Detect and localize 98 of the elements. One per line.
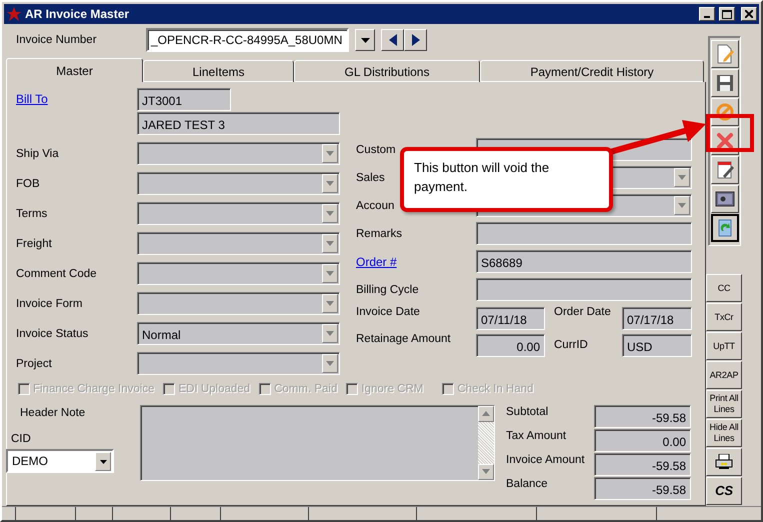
caret-down-icon	[678, 202, 686, 208]
combo-box[interactable]	[137, 232, 340, 255]
close-icon	[745, 10, 753, 18]
side-button[interactable]: UpTT	[706, 332, 742, 360]
field-label: Invoice Status	[16, 328, 90, 340]
toolbar-button[interactable]	[710, 214, 738, 242]
side-button[interactable]: Print All Lines	[706, 390, 742, 418]
field-label: Accoun	[356, 200, 394, 212]
caret-down-icon	[326, 360, 334, 366]
caret-up-icon	[482, 411, 490, 417]
bill-to-code-field[interactable]: JT3001	[137, 88, 231, 110]
tab[interactable]: LineItems	[143, 60, 294, 82]
value-field[interactable]: 0.00	[476, 334, 545, 356]
text-field[interactable]	[476, 278, 692, 301]
field-label: Remarks	[356, 228, 402, 240]
maximize-icon	[722, 10, 732, 18]
caret-down-icon	[326, 150, 334, 156]
field-label: Invoice Form	[16, 298, 84, 310]
invoice-number-field[interactable]: _OPENCR-R-CC-84995A_58U0MN	[146, 28, 349, 52]
tab[interactable]: Master	[6, 58, 143, 82]
caret-down-icon	[482, 469, 490, 475]
combo-box[interactable]	[137, 202, 340, 225]
combo-box[interactable]	[137, 352, 340, 375]
callout-tooltip: This button will void the payment.	[400, 147, 613, 212]
safe-icon	[714, 190, 734, 208]
side-button[interactable]: TxCr	[706, 303, 742, 331]
printer-icon	[715, 454, 733, 470]
caret-down-icon	[326, 240, 334, 246]
field-label: Freight	[16, 238, 53, 250]
right-triangle-icon	[412, 34, 420, 46]
maximize-button[interactable]	[719, 7, 735, 21]
cross-icon	[716, 132, 734, 150]
value-field[interactable]: 07/17/18	[622, 306, 692, 330]
field-label: Billing Cycle	[356, 284, 419, 296]
document-pencil-icon	[716, 44, 734, 64]
bill-to-name-field[interactable]: JARED TEST 3	[137, 112, 340, 135]
field-label: Project	[16, 358, 53, 370]
header-note-field[interactable]	[140, 405, 495, 481]
field-label: Ship Via	[16, 148, 60, 160]
left-triangle-icon	[388, 34, 396, 46]
field-label: CurrID	[553, 339, 589, 351]
field-label: Order Date	[553, 306, 612, 318]
total-field: 0.00	[594, 429, 691, 452]
side-button[interactable]: CS	[706, 477, 742, 505]
header-note-label: Header Note	[19, 407, 86, 419]
combo-box[interactable]	[137, 142, 340, 165]
next-button[interactable]	[404, 29, 427, 51]
cid-label: CID	[11, 433, 32, 445]
field-label: Terms	[16, 208, 48, 220]
star-icon	[7, 7, 21, 21]
total-label: Subtotal	[506, 406, 550, 418]
text-field[interactable]: S68689	[476, 250, 692, 273]
window-title: AR Invoice Master	[25, 7, 130, 21]
field-label: FOB	[16, 178, 41, 190]
bill-to-link[interactable]: Bill To	[16, 92, 48, 106]
caret-down-icon	[326, 330, 334, 336]
prohibited-icon	[716, 103, 734, 121]
invoice-number-label: Invoice Number	[15, 34, 98, 46]
caret-down-icon	[360, 38, 370, 42]
value-field[interactable]: 07/11/18	[476, 306, 545, 330]
calendar-pencil-icon	[716, 160, 734, 180]
field-label: Custom	[356, 144, 396, 156]
close-button[interactable]	[741, 7, 757, 21]
scrollbar[interactable]	[478, 406, 494, 480]
total-field: -59.58	[594, 405, 691, 428]
highlight-frame	[706, 114, 754, 152]
total-label: Tax Amount	[506, 430, 568, 442]
combo-box[interactable]: Normal	[137, 322, 340, 345]
caret-down-icon	[326, 270, 334, 276]
field-label: Sales	[356, 172, 385, 184]
dropdown-button[interactable]	[355, 29, 375, 51]
tab[interactable]: GL Distributions	[294, 60, 480, 82]
side-button[interactable]: Hide All Lines	[706, 419, 742, 447]
total-field: -59.58	[594, 477, 691, 500]
caret-down-icon	[100, 460, 106, 464]
order-number-link[interactable]: Order #	[356, 254, 397, 268]
caret-down-icon	[678, 174, 686, 180]
text-field[interactable]	[476, 222, 692, 245]
field-label: Invoice Date	[356, 306, 421, 318]
side-button[interactable]: AR2AP	[706, 361, 742, 389]
total-label: Balance	[506, 478, 549, 490]
print-button[interactable]	[706, 448, 742, 476]
cid-combo[interactable]: DEMO	[6, 449, 114, 473]
combo-box[interactable]	[137, 292, 340, 315]
field-label: Comment Code	[16, 268, 98, 280]
total-label: Invoice Amount	[506, 454, 586, 466]
previous-button[interactable]	[381, 29, 404, 51]
value-field[interactable]: USD	[622, 334, 692, 356]
caret-down-icon	[326, 180, 334, 186]
combo-box[interactable]	[137, 262, 340, 285]
tab[interactable]: Payment/Credit History	[480, 60, 704, 82]
side-button[interactable]: CC	[706, 274, 742, 302]
total-field: -59.58	[594, 453, 691, 476]
combo-box[interactable]	[137, 172, 340, 195]
caret-down-icon	[326, 210, 334, 216]
field-label: Retainage Amount	[356, 333, 452, 345]
caret-down-icon	[326, 300, 334, 306]
minimize-button[interactable]	[699, 7, 715, 21]
